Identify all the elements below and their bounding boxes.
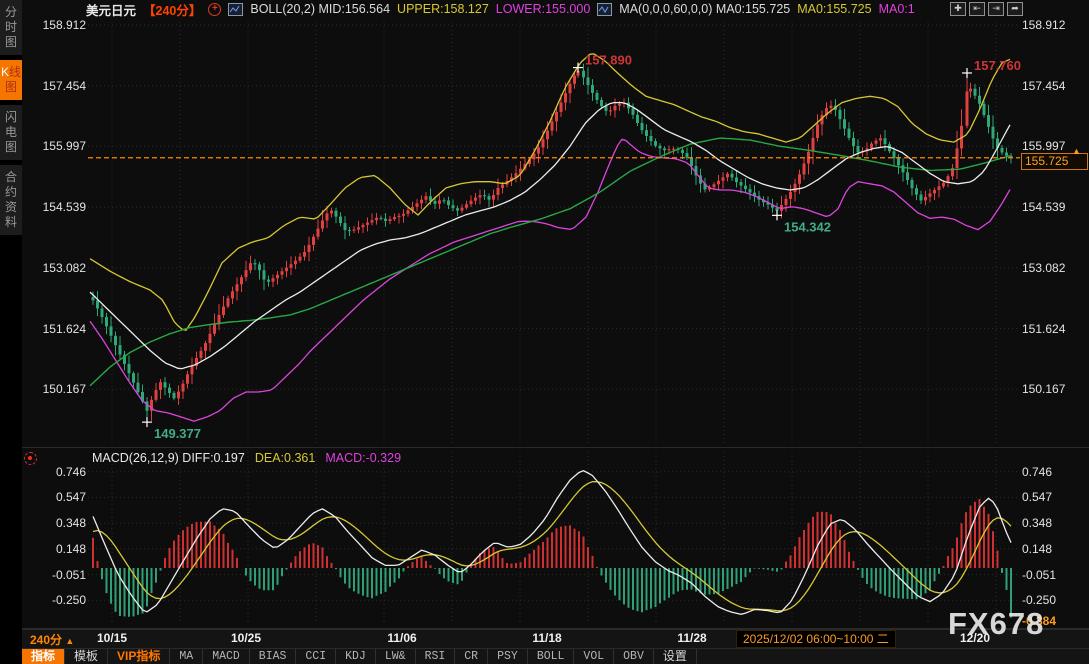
time-axis-row: 240分 ▲ 2025/12/02 06:00~10:00 二 10/15 10/… <box>22 629 1089 648</box>
main-candlestick-chart[interactable]: 149.377 157.890 154.342 157.760 <box>22 18 1089 447</box>
x-axis-date-5: 12/20 <box>960 631 990 645</box>
indicator-toolbar: 指标模板VIP指标MAMACDBIASCCIKDJLW&RSICRPSYBOLL… <box>22 648 1089 664</box>
axis-scale-left-icon[interactable]: ⇤ <box>969 2 985 16</box>
macd-axis-label-left-5: -0.250 <box>24 593 86 607</box>
toolbar-button-KDJ[interactable]: KDJ <box>336 649 376 664</box>
boll-upper-legend: UPPER:158.127 <box>397 2 489 16</box>
toolbar-button-MA[interactable]: MA <box>170 649 203 664</box>
toolbar-button-CCI[interactable]: CCI <box>296 649 336 664</box>
x-axis-date-1: 10/25 <box>231 631 261 645</box>
ma0-yellow-legend: MA0:155.725 <box>797 2 871 16</box>
macd-target-icon[interactable] <box>24 452 37 465</box>
macd-axis-label-left-3: 0.148 <box>24 542 86 556</box>
timeframe-arrow-icon: ▲ <box>65 636 74 646</box>
price-axis-label-left-6: 150.167 <box>24 382 86 396</box>
macd-header: MACD(26,12,9) DIFF:0.197 DEA:0.361 MACD:… <box>92 451 401 465</box>
price-axis-label-right-5: 151.624 <box>1022 322 1086 336</box>
price-axis-label-left-1: 157.454 <box>24 79 86 93</box>
price-axis-label-right-1: 157.454 <box>1022 79 1086 93</box>
macd-axis-label-left-1: 0.547 <box>24 490 86 504</box>
price-axis-label-left-0: 158.912 <box>24 18 86 32</box>
chart-type-sidebar: 分时图 K线图闪电图合约资料 <box>0 0 22 664</box>
price-axis-label-right-0: 158.912 <box>1022 18 1086 32</box>
sidebar-item-2[interactable]: 闪电图 <box>0 105 22 160</box>
boll-lower-legend: LOWER:155.000 <box>496 2 591 16</box>
macd-axis-label-left-2: 0.348 <box>24 516 86 530</box>
axis-scale-right-icon[interactable]: ⇥ <box>988 2 1004 16</box>
macd-axis-label-right-4: -0.051 <box>1022 568 1086 582</box>
shift-chart-right-icon[interactable]: ➦ <box>1007 2 1023 16</box>
price-extreme-annotation-3: 157.760 <box>974 58 1021 73</box>
price-axis-label-left-4: 153.082 <box>24 261 86 275</box>
toolbar-button-PSY[interactable]: PSY <box>488 649 528 664</box>
ma0-magenta-legend: MA0:1 <box>879 2 915 16</box>
ma-indicator-icon[interactable] <box>597 3 612 16</box>
timeframe-label: 【240分】 <box>143 0 201 19</box>
price-axis-label-right-6: 150.167 <box>1022 382 1086 396</box>
macd-hist-value: MACD:-0.329 <box>325 451 401 465</box>
price-axis-label-left-3: 154.539 <box>24 200 86 214</box>
price-extreme-annotation-2: 154.342 <box>784 219 831 234</box>
toolbar-button-VIP指标[interactable]: VIP指标 <box>108 649 170 664</box>
macd-axis-label-right-0: 0.746 <box>1022 465 1086 479</box>
macd-dea-value: DEA:0.361 <box>255 451 315 465</box>
macd-params-diff: MACD(26,12,9) DIFF:0.197 <box>92 451 245 465</box>
macd-current-value: -0.384 <box>1022 614 1056 628</box>
chart-legend-bar: 美元日元 【240分】 + BOLL(20,2) MID:156.564 UPP… <box>22 0 1089 18</box>
toolbar-button-MACD[interactable]: MACD <box>203 649 250 664</box>
x-axis-date-0: 10/15 <box>97 631 127 645</box>
macd-axis-label-right-2: 0.348 <box>1022 516 1086 530</box>
macd-axis-label-right-3: 0.148 <box>1022 542 1086 556</box>
panel-divider <box>22 447 1089 448</box>
price-axis-label-right-4: 153.082 <box>1022 261 1086 275</box>
toolbar-button-VOL[interactable]: VOL <box>574 649 614 664</box>
macd-panel-chart[interactable] <box>22 450 1089 628</box>
toolbar-button-RSI[interactable]: RSI <box>416 649 456 664</box>
macd-axis-label-left-0: 0.746 <box>24 465 86 479</box>
ma-legend: MA(0,0,0,60,0,0) MA0:155.725 <box>619 2 790 16</box>
crosshair-datetime-box: 2025/12/02 06:00~10:00 二 <box>736 630 896 648</box>
macd-axis-label-right-5: -0.250 <box>1022 593 1086 607</box>
price-axis-label-left-5: 151.624 <box>24 322 86 336</box>
price-axis-label-right-3: 154.539 <box>1022 200 1086 214</box>
toolbar-button-BIAS[interactable]: BIAS <box>250 649 297 664</box>
symbol-title: 美元日元 <box>86 0 136 19</box>
sidebar-item-0[interactable]: 分时图 <box>0 0 22 55</box>
x-axis-date-2: 11/06 <box>387 631 416 645</box>
toolbar-button-LW&[interactable]: LW& <box>376 649 416 664</box>
price-extreme-annotation-1: 157.890 <box>585 53 632 68</box>
macd-axis-label-left-4: -0.051 <box>24 568 86 582</box>
toolbar-button-设置[interactable]: 设置 <box>654 649 697 664</box>
toolbar-button-OBV[interactable]: OBV <box>614 649 654 664</box>
pan-crosshair-icon[interactable]: ✚ <box>950 2 966 16</box>
boll-legend: BOLL(20,2) MID:156.564 <box>250 2 390 16</box>
toolbar-button-BOLL[interactable]: BOLL <box>528 649 575 664</box>
x-axis-date-4: 11/28 <box>677 631 706 645</box>
window-control-icons: ✚ ⇤ ⇥ ➦ <box>950 2 1023 16</box>
add-symbol-icon[interactable]: + <box>208 3 221 16</box>
boll-indicator-icon[interactable] <box>228 3 243 16</box>
trading-app-window: 分时图 K线图闪电图合约资料 美元日元 【240分】 + BOLL(20,2) M… <box>0 0 1089 664</box>
price-axis-label-left-2: 155.997 <box>24 139 86 153</box>
price-extreme-annotation-0: 149.377 <box>154 426 201 441</box>
macd-axis-label-right-1: 0.547 <box>1022 490 1086 504</box>
price-up-arrow-icon: ▲ <box>1072 146 1081 156</box>
toolbar-button-指标[interactable]: 指标 <box>22 649 65 664</box>
sidebar-item-1[interactable]: K线图 <box>0 60 22 100</box>
timeframe-selector[interactable]: 240分 ▲ <box>30 631 74 648</box>
x-axis-date-3: 11/18 <box>532 631 561 645</box>
toolbar-button-CR[interactable]: CR <box>455 649 488 664</box>
sidebar-item-3[interactable]: 合约资料 <box>0 165 22 235</box>
toolbar-button-模板[interactable]: 模板 <box>65 649 108 664</box>
